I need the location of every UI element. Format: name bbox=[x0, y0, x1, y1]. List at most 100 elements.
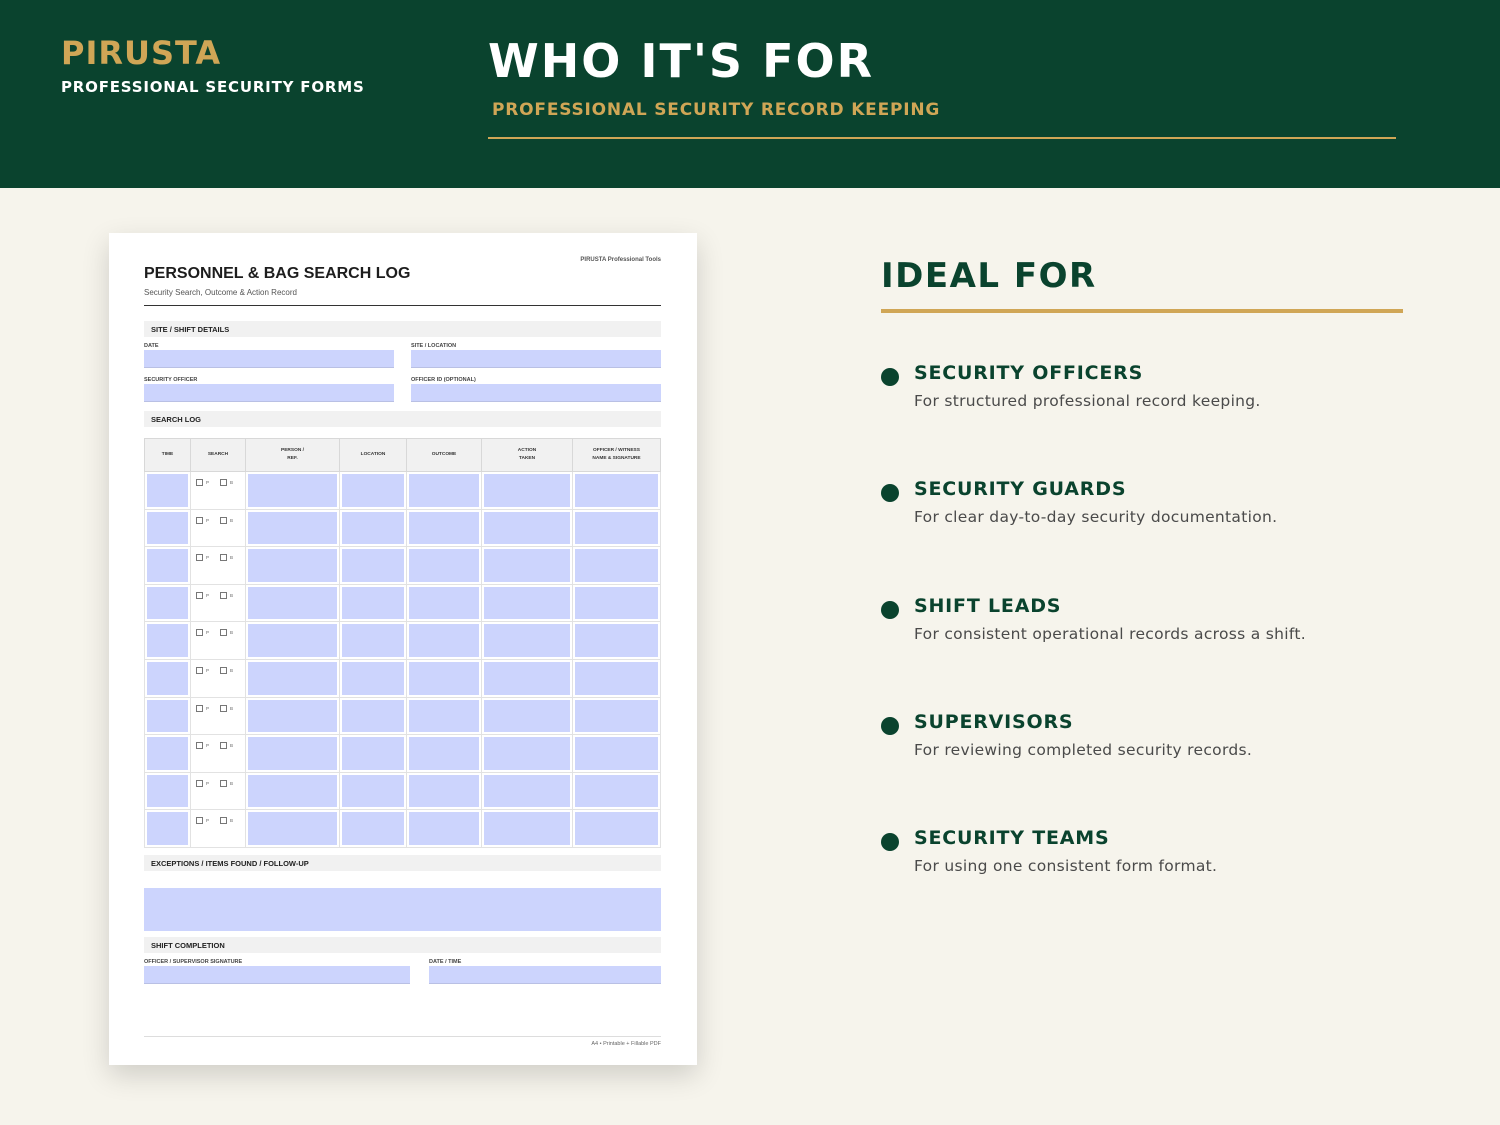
checkbox-b[interactable]: B bbox=[220, 479, 233, 486]
action-taken-cell[interactable] bbox=[482, 547, 573, 584]
officer-signature-cell[interactable] bbox=[573, 810, 660, 847]
time-cell[interactable] bbox=[145, 547, 191, 584]
outcome-cell[interactable] bbox=[407, 659, 482, 697]
action-taken-cell[interactable] bbox=[482, 772, 573, 810]
outcome-cell[interactable] bbox=[407, 584, 482, 622]
person-ref-cell[interactable] bbox=[246, 659, 340, 697]
person-ref-cell[interactable] bbox=[246, 772, 340, 810]
time-cell[interactable] bbox=[145, 509, 191, 547]
outcome-cell[interactable] bbox=[407, 509, 482, 547]
officer-signature-cell[interactable] bbox=[573, 773, 660, 810]
checkbox-b[interactable]: B bbox=[220, 666, 233, 674]
person-ref-cell[interactable] bbox=[246, 547, 340, 584]
time-cell[interactable] bbox=[145, 472, 191, 509]
action-taken-cell[interactable] bbox=[482, 584, 573, 622]
checkbox-p[interactable]: P bbox=[196, 779, 209, 787]
outcome-cell[interactable] bbox=[407, 697, 482, 735]
time-cell[interactable] bbox=[145, 622, 191, 659]
location-cell[interactable] bbox=[340, 472, 407, 509]
person-ref-cell[interactable] bbox=[246, 697, 340, 735]
person-ref-cell[interactable] bbox=[246, 472, 340, 509]
checkbox-b[interactable]: B bbox=[220, 591, 233, 599]
location-cell[interactable] bbox=[340, 547, 407, 584]
exceptions-notes-field[interactable] bbox=[144, 888, 661, 931]
location-cell[interactable] bbox=[340, 772, 407, 810]
checkbox-b[interactable]: B bbox=[220, 516, 233, 524]
officer-signature-cell[interactable] bbox=[573, 622, 660, 659]
officer-signature-cell[interactable] bbox=[573, 547, 660, 584]
location-cell[interactable] bbox=[340, 584, 407, 622]
person-ref-cell[interactable] bbox=[246, 622, 340, 659]
location-cell[interactable] bbox=[340, 659, 407, 697]
search-cell: PB bbox=[191, 472, 246, 509]
bullet-dot-icon bbox=[881, 368, 899, 386]
security-officer-field[interactable] bbox=[144, 384, 394, 402]
checkbox-p[interactable]: P bbox=[196, 479, 209, 486]
officer-signature-cell[interactable] bbox=[573, 585, 660, 622]
checkbox-p[interactable]: P bbox=[196, 666, 209, 674]
outcome-cell[interactable] bbox=[407, 472, 482, 509]
checkbox-p[interactable]: P bbox=[196, 554, 209, 562]
action-taken-cell[interactable] bbox=[482, 810, 573, 847]
officer-signature-cell[interactable] bbox=[573, 735, 660, 772]
time-cell[interactable] bbox=[145, 659, 191, 697]
col-outcome: OUTCOME bbox=[407, 439, 482, 471]
time-cell[interactable] bbox=[145, 697, 191, 735]
person-ref-cell[interactable] bbox=[246, 509, 340, 547]
checkbox-b[interactable]: B bbox=[220, 704, 233, 712]
action-taken-cell[interactable] bbox=[482, 509, 573, 547]
section-shift-completion: SHIFT COMPLETION bbox=[144, 937, 661, 953]
site-location-field[interactable] bbox=[411, 350, 661, 368]
officer-signature-cell[interactable] bbox=[573, 510, 660, 547]
location-cell[interactable] bbox=[340, 697, 407, 735]
location-cell[interactable] bbox=[340, 735, 407, 772]
action-taken-cell[interactable] bbox=[482, 622, 573, 659]
location-cell[interactable] bbox=[340, 810, 407, 847]
time-cell[interactable] bbox=[145, 584, 191, 622]
officer-signature-cell[interactable] bbox=[573, 472, 660, 509]
checkbox-b[interactable]: B bbox=[220, 629, 233, 637]
location-cell[interactable] bbox=[340, 509, 407, 547]
person-ref-cell[interactable] bbox=[246, 584, 340, 622]
outcome-cell[interactable] bbox=[407, 622, 482, 659]
fill-area bbox=[409, 737, 479, 770]
outcome-cell[interactable] bbox=[407, 810, 482, 847]
checkbox-icon bbox=[196, 704, 203, 712]
time-cell[interactable] bbox=[145, 735, 191, 772]
outcome-cell[interactable] bbox=[407, 547, 482, 584]
fill-area bbox=[248, 661, 337, 695]
outcome-cell[interactable] bbox=[407, 772, 482, 810]
signature-field[interactable] bbox=[144, 966, 410, 984]
checkbox-p[interactable]: P bbox=[196, 704, 209, 712]
action-taken-cell[interactable] bbox=[482, 735, 573, 772]
security-officer-label: SECURITY OFFICER bbox=[144, 377, 198, 383]
action-taken-cell[interactable] bbox=[482, 472, 573, 509]
date-time-field[interactable] bbox=[429, 966, 661, 984]
action-taken-cell[interactable] bbox=[482, 659, 573, 697]
checkbox-b[interactable]: B bbox=[220, 779, 233, 787]
checkbox-b[interactable]: B bbox=[220, 817, 233, 825]
officer-id-field[interactable] bbox=[411, 384, 661, 402]
checkbox-p[interactable]: P bbox=[196, 591, 209, 599]
officer-signature-cell[interactable] bbox=[573, 698, 660, 735]
date-field[interactable] bbox=[144, 350, 394, 368]
checkbox-p[interactable]: P bbox=[196, 629, 209, 637]
location-cell[interactable] bbox=[340, 622, 407, 659]
fill-area bbox=[342, 661, 404, 695]
fill-area bbox=[147, 624, 188, 657]
checkbox-b[interactable]: B bbox=[220, 742, 233, 750]
officer-signature-cell[interactable] bbox=[573, 660, 660, 697]
checkbox-p[interactable]: P bbox=[196, 742, 209, 750]
checkbox-p[interactable]: P bbox=[196, 817, 209, 825]
checkbox-b[interactable]: B bbox=[220, 554, 233, 562]
outcome-cell[interactable] bbox=[407, 735, 482, 772]
action-taken-cell[interactable] bbox=[482, 697, 573, 735]
time-cell[interactable] bbox=[145, 810, 191, 847]
checkbox-p[interactable]: P bbox=[196, 516, 209, 524]
time-cell[interactable] bbox=[145, 772, 191, 810]
fill-area bbox=[147, 774, 188, 808]
person-ref-cell[interactable] bbox=[246, 810, 340, 847]
fill-area bbox=[147, 812, 188, 845]
person-ref-cell[interactable] bbox=[246, 735, 340, 772]
table-body: PBPBPBPBPBPBPBPBPBPB bbox=[144, 472, 661, 848]
